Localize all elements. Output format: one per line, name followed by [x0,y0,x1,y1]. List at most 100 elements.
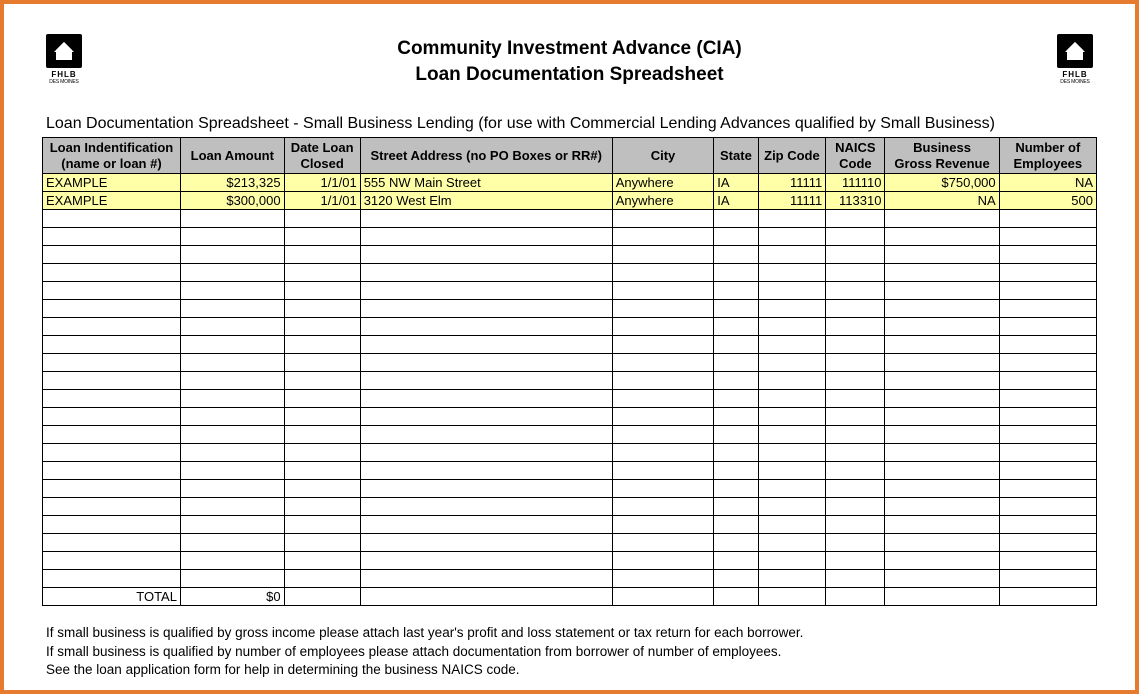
cell-empty [612,552,713,570]
title-line-1: Community Investment Advance (CIA) [86,36,1053,62]
cell-empty [999,318,1096,336]
cell-empty [999,264,1096,282]
cell-empty [826,444,885,462]
cell-empty [999,426,1096,444]
cell-empty [284,372,360,390]
cell-empty [714,480,758,498]
cell-empty [758,390,826,408]
cell-addr: 3120 West Elm [360,192,612,210]
loan-table: Loan Indentification(name or loan #)Loan… [42,137,1097,606]
cell-empty [180,210,284,228]
cell-empty [612,444,713,462]
cell-empty [999,354,1096,372]
cell-empty [826,408,885,426]
cell-empty [180,372,284,390]
cell-empty [758,372,826,390]
cell-empty [43,408,181,426]
cell-empty [43,354,181,372]
cell-empty [612,408,713,426]
cell-empty [999,552,1096,570]
cell-naics: 111110 [826,174,885,192]
cell-empty [284,390,360,408]
cell-empty [885,336,999,354]
cell-empty [43,336,181,354]
cell-empty [826,264,885,282]
table-row-empty [43,390,1097,408]
cell-empty [999,210,1096,228]
cell-rev: $750,000 [885,174,999,192]
cell-empty [826,426,885,444]
cell-empty [885,318,999,336]
cell-empty [612,462,713,480]
cell-empty [999,408,1096,426]
cell-empty [43,498,181,516]
cell-empty [612,372,713,390]
cell-empty [180,426,284,444]
header-line1: NAICS [829,140,881,156]
total-amount: $0 [180,588,284,606]
cell-empty [826,516,885,534]
header-line2: (name or loan #) [46,156,177,172]
table-row-empty [43,264,1097,282]
cell-empty [714,498,758,516]
table-row-empty [43,318,1097,336]
table-row-empty [43,570,1097,588]
table-row-empty [43,408,1097,426]
cell-empty [758,264,826,282]
header-line1: Number of [1003,140,1093,156]
cell-city: Anywhere [612,174,713,192]
cell-empty [180,246,284,264]
cell-empty [612,498,713,516]
cell-empty [360,210,612,228]
cell-empty [360,354,612,372]
cell-empty [999,570,1096,588]
cell-empty [758,318,826,336]
cell-empty [826,462,885,480]
cell-empty [180,408,284,426]
cell-empty [885,498,999,516]
cell-empty [43,210,181,228]
cell-empty [758,444,826,462]
cell-empty [714,408,758,426]
cell-empty [999,246,1096,264]
cell-empty [885,570,999,588]
table-body: EXAMPLE$213,3251/1/01555 NW Main StreetA… [43,174,1097,606]
cell-empty [360,372,612,390]
cell-empty [43,264,181,282]
cell-empty [284,210,360,228]
cell-empty [284,534,360,552]
cell-empty [612,588,713,606]
cell-empty [180,462,284,480]
column-header-2: Date LoanClosed [284,138,360,174]
footnote-2: See the loan application form for help i… [46,661,1097,679]
cell-empty [360,246,612,264]
cell-empty [284,336,360,354]
cell-empty [885,462,999,480]
footnotes: If small business is qualified by gross … [42,624,1097,679]
cell-empty [758,498,826,516]
cell-empty [612,426,713,444]
cell-empty [612,480,713,498]
cell-empty [758,426,826,444]
cell-empty [360,264,612,282]
cell-empty [360,336,612,354]
cell-empty [885,228,999,246]
table-row: EXAMPLE$300,0001/1/013120 West ElmAnywhe… [43,192,1097,210]
fhlb-logo-left: FHLB DES MOINES [42,34,86,85]
cell-empty [360,516,612,534]
cell-empty [714,354,758,372]
cell-city: Anywhere [612,192,713,210]
cell-empty [758,480,826,498]
cell-empty [999,498,1096,516]
cell-empty [885,300,999,318]
cell-empty [43,372,181,390]
cell-empty [43,282,181,300]
table-row-empty [43,480,1097,498]
cell-empty [714,210,758,228]
cell-empty [826,246,885,264]
cell-empty [826,480,885,498]
header-row: Loan Indentification(name or loan #)Loan… [43,138,1097,174]
cell-empty [758,462,826,480]
cell-empty [885,282,999,300]
cell-empty [180,336,284,354]
